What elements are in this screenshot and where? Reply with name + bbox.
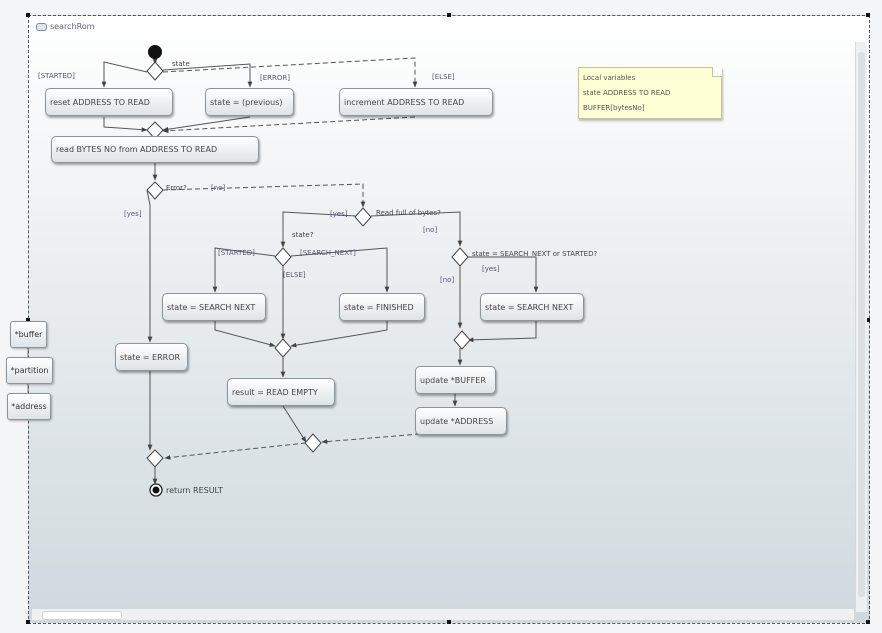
horizontal-scrollbar[interactable] [32, 608, 854, 620]
initial-node [148, 45, 162, 59]
action-increment-address[interactable]: increment ADDRESS TO READ [339, 88, 493, 116]
merge-node-3 [453, 330, 471, 350]
guard-yes-read: [yes] [330, 210, 348, 218]
note-line-1: state ADDRESS TO READ [583, 89, 671, 97]
decision-state2-node [274, 247, 292, 267]
guard-no-read: [no] [423, 226, 438, 234]
action-result-read-empty[interactable]: result = READ EMPTY [227, 378, 335, 406]
guard-no-error: [no] [211, 184, 226, 192]
guard-no-state: [no] [440, 276, 455, 284]
state-condition-label: state = SEARCH_NEXT or STARTED? [472, 250, 598, 258]
guard-else-top: [ELSE] [432, 73, 455, 81]
local-variables-note[interactable]: Local variables state ADDRESS TO READ BU… [578, 67, 722, 119]
decision-error-node [146, 181, 164, 200]
guard-yes-error: [yes] [124, 210, 142, 218]
action-update-address[interactable]: update *ADDRESS [415, 407, 507, 435]
action-state-search-next-2[interactable]: state = SEARCH NEXT [480, 293, 584, 321]
guard-error: [ERROR] [260, 74, 290, 82]
pin-address[interactable]: *address [7, 393, 51, 420]
pin-partition[interactable]: *partition [6, 357, 53, 384]
final-node-core [152, 486, 160, 494]
pin-buffer[interactable]: *buffer [10, 321, 47, 348]
note-line-2: BUFFER[bytesNo] [583, 104, 645, 112]
error-question-label: Error? [166, 184, 187, 192]
vertical-scrollbar-thumb[interactable] [858, 52, 865, 597]
guard-search-next: [SEARCH_NEXT] [300, 249, 356, 257]
read-full-label: Read full of bytes? [376, 209, 441, 217]
decision-state-node [146, 61, 164, 81]
final-node-label: return RESULT [166, 486, 223, 495]
action-reset-address[interactable]: reset ADDRESS TO READ [45, 88, 173, 116]
decision-read-full-node [354, 207, 372, 227]
decision-state-cond-node [451, 247, 469, 267]
action-read-bytes[interactable]: read BYTES NO from ADDRESS TO READ [51, 136, 259, 163]
action-state-previous[interactable]: state = (previous) [205, 88, 294, 116]
state-decision-label: state [172, 60, 190, 68]
guard-yes-state: [yes] [482, 265, 500, 273]
horizontal-scrollbar-thumb[interactable] [42, 611, 122, 620]
vertical-scrollbar[interactable] [855, 42, 867, 612]
merge-node-4 [304, 433, 322, 453]
guard-else-2: [ELSE] [283, 271, 306, 279]
note-folded-corner [712, 67, 722, 77]
action-state-finished[interactable]: state = FINISHED [339, 293, 425, 321]
guard-started: [STARTED] [38, 72, 75, 80]
action-state-error[interactable]: state = ERROR [115, 343, 188, 371]
note-title: Local variables [583, 74, 636, 82]
merge-node-2 [274, 338, 292, 358]
action-state-search-next-1[interactable]: state = SEARCH NEXT [162, 293, 266, 321]
merge-node-final [146, 449, 164, 468]
action-update-buffer[interactable]: update *BUFFER [415, 366, 496, 394]
guard-started-2: [STARTED] [218, 249, 255, 257]
state-question-label: state? [292, 231, 314, 239]
